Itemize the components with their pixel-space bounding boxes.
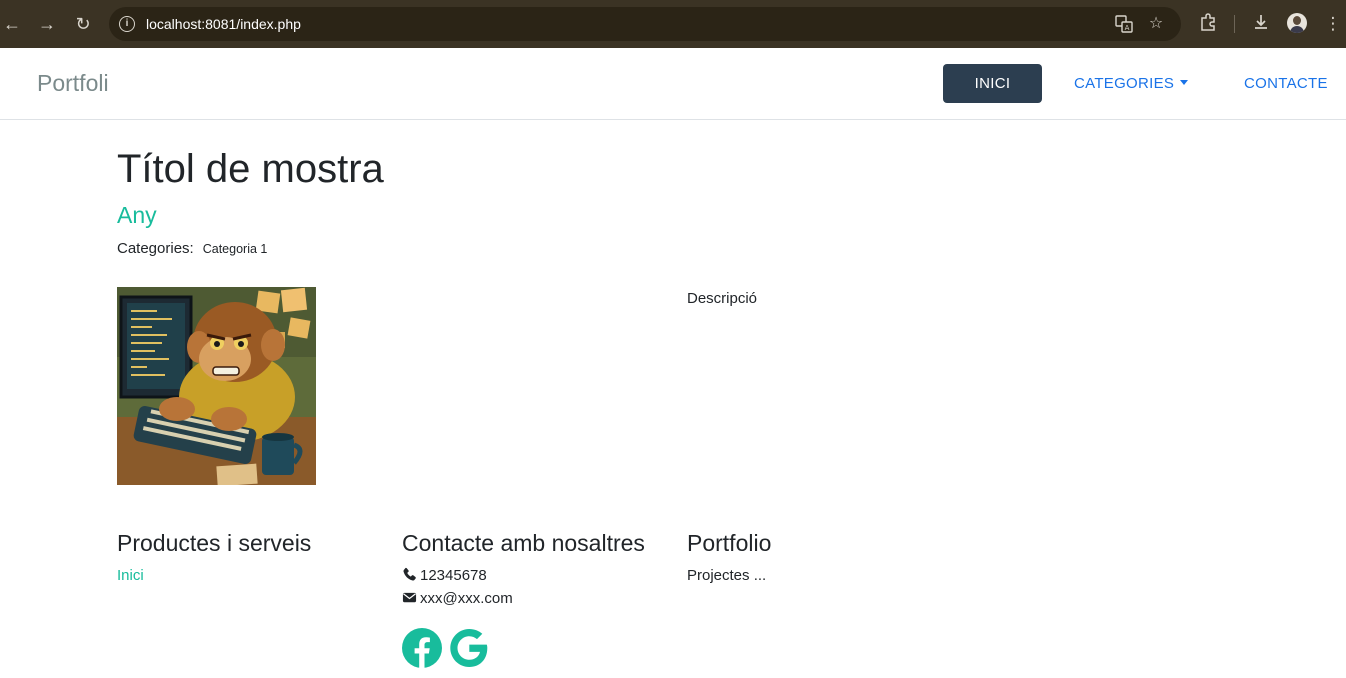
nav-categories-label: CATEGORIES xyxy=(1074,75,1175,92)
profile-avatar[interactable] xyxy=(1287,13,1307,33)
reload-icon[interactable]: ↻ xyxy=(73,13,93,35)
nav-contacte-link[interactable]: CONTACTE xyxy=(1244,74,1328,94)
nav-inici-button[interactable]: INICI xyxy=(943,64,1042,103)
site-brand[interactable]: Portfoli xyxy=(37,69,109,97)
footer-portfolio-text: Projectes ... xyxy=(687,567,767,584)
footer-products: Productes i serveis Inici xyxy=(117,529,311,585)
project-year: Any xyxy=(117,202,157,228)
footer-email-text: xxx@xxx.com xyxy=(420,590,513,607)
address-bar[interactable]: i localhost:8081/index.php A ☆ xyxy=(109,7,1181,41)
url-text[interactable]: localhost:8081/index.php xyxy=(146,15,301,33)
footer-contact-title: Contacte amb nosaltres xyxy=(402,530,645,556)
footer-email: xxx@xxx.com xyxy=(402,590,645,608)
project-description: Descripció xyxy=(687,290,758,307)
site-navbar: Portfoli INICI CATEGORIES CONTACTE xyxy=(0,48,1346,120)
footer-portfolio-title: Portfolio xyxy=(687,530,772,556)
toolbar-divider xyxy=(1234,15,1235,33)
footer-phone-text: 12345678 xyxy=(420,567,487,584)
categories-label: Categories: xyxy=(117,240,194,257)
categories-row: Categories: Categoria 1 xyxy=(117,240,267,258)
extensions-icon[interactable] xyxy=(1197,13,1219,35)
envelope-icon xyxy=(402,592,417,603)
nav-categories-dropdown[interactable]: CATEGORIES xyxy=(1074,74,1189,94)
category-badge[interactable]: Categoria 1 xyxy=(203,242,268,256)
footer-contact: Contacte amb nosaltres 12345678 xxx@xxx.… xyxy=(402,529,645,608)
download-icon[interactable] xyxy=(1250,13,1272,35)
menu-kebab-icon[interactable]: ⋮ xyxy=(1322,13,1344,35)
footer-portfolio: Portfolio Projectes ... xyxy=(687,529,771,585)
page-title: Títol de mostra xyxy=(117,147,384,191)
back-icon[interactable]: ← xyxy=(2,13,22,35)
footer-products-title: Productes i serveis xyxy=(117,530,312,556)
forward-icon[interactable]: → xyxy=(37,13,57,35)
site-info-icon[interactable]: i xyxy=(119,16,135,32)
phone-icon xyxy=(403,567,416,581)
facebook-icon[interactable] xyxy=(402,628,442,668)
browser-toolbar: ← → ↻ i localhost:8081/index.php A ☆ ⋮ xyxy=(0,0,1346,48)
svg-text:A: A xyxy=(1125,24,1130,32)
google-icon[interactable] xyxy=(449,628,489,668)
monkey-coder-illustration xyxy=(117,287,316,485)
footer-phone: 12345678 xyxy=(402,567,645,585)
caret-down-icon xyxy=(1180,80,1189,85)
footer-inici-link[interactable]: Inici xyxy=(117,567,311,585)
project-image xyxy=(117,287,316,485)
bookmark-star-icon[interactable]: ☆ xyxy=(1147,15,1165,33)
translate-icon[interactable]: A xyxy=(1115,15,1133,33)
